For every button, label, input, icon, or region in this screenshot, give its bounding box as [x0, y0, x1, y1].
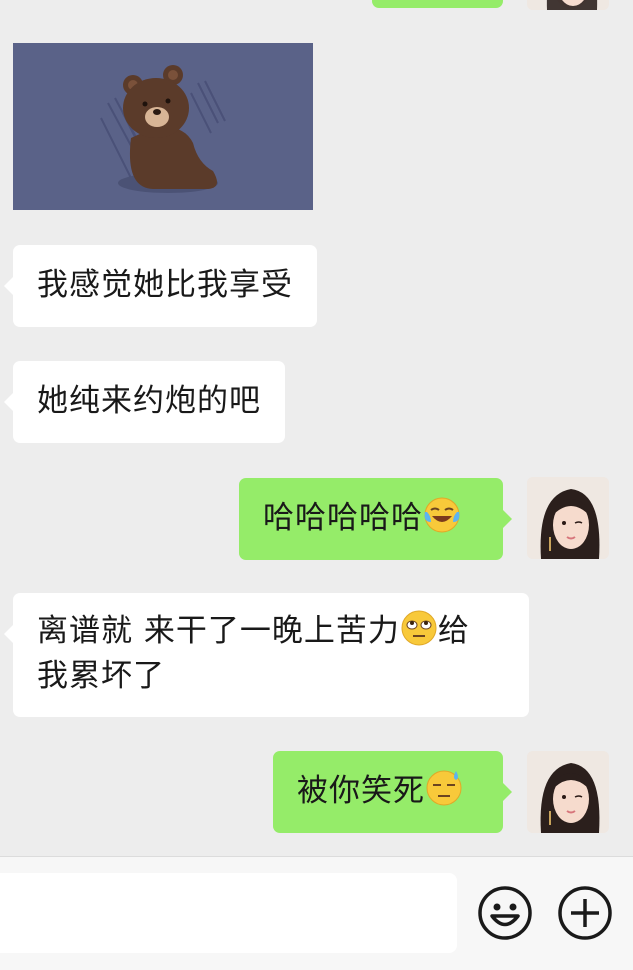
- sweat-emoji: [426, 770, 462, 806]
- chat-input-bar: [0, 856, 633, 970]
- message-text-line2: 我累坏了: [37, 658, 165, 694]
- bubble-tail: [4, 277, 13, 295]
- bubble-tail: [503, 510, 512, 528]
- eye-roll-emoji: [401, 610, 437, 646]
- bear-sticker-image[interactable]: [13, 43, 313, 210]
- laughing-crying-emoji: [424, 497, 460, 533]
- outgoing-message-bubble[interactable]: 被你笑死: [273, 751, 512, 833]
- partial-outgoing-bubble[interactable]: [372, 0, 503, 8]
- brown-bear-sticker: [13, 43, 313, 210]
- message-text-line1-end: 给: [437, 613, 470, 649]
- message-text: 她纯来约炮的吧: [37, 383, 261, 419]
- bubble-tail: [4, 393, 13, 411]
- incoming-message-bubble[interactable]: 我感觉她比我享受: [4, 245, 317, 327]
- avatar-self[interactable]: [527, 477, 609, 559]
- message-text: 被你笑死: [297, 773, 425, 809]
- avatar-photo: [527, 751, 609, 833]
- incoming-message-bubble[interactable]: 离谱就 来干了一晚上苦力 给 我累坏了: [4, 593, 529, 717]
- bubble-tail: [4, 625, 13, 643]
- incoming-message-bubble[interactable]: 她纯来约炮的吧: [4, 361, 285, 443]
- plus-icon[interactable]: [557, 885, 613, 941]
- avatar-photo: [527, 0, 609, 10]
- message-text-line1: 离谱就 来干了一晚上苦力: [37, 613, 400, 649]
- message-text: 我感觉她比我享受: [37, 267, 293, 303]
- avatar-photo: [527, 477, 609, 559]
- avatar-top-partial[interactable]: [527, 0, 609, 10]
- smiley-icon[interactable]: [477, 885, 533, 941]
- bubble-tail: [503, 783, 512, 801]
- avatar-self[interactable]: [527, 751, 609, 833]
- outgoing-message-bubble[interactable]: 哈哈哈哈哈: [239, 478, 512, 560]
- message-input[interactable]: [0, 873, 457, 953]
- message-text: 哈哈哈哈哈: [263, 500, 423, 536]
